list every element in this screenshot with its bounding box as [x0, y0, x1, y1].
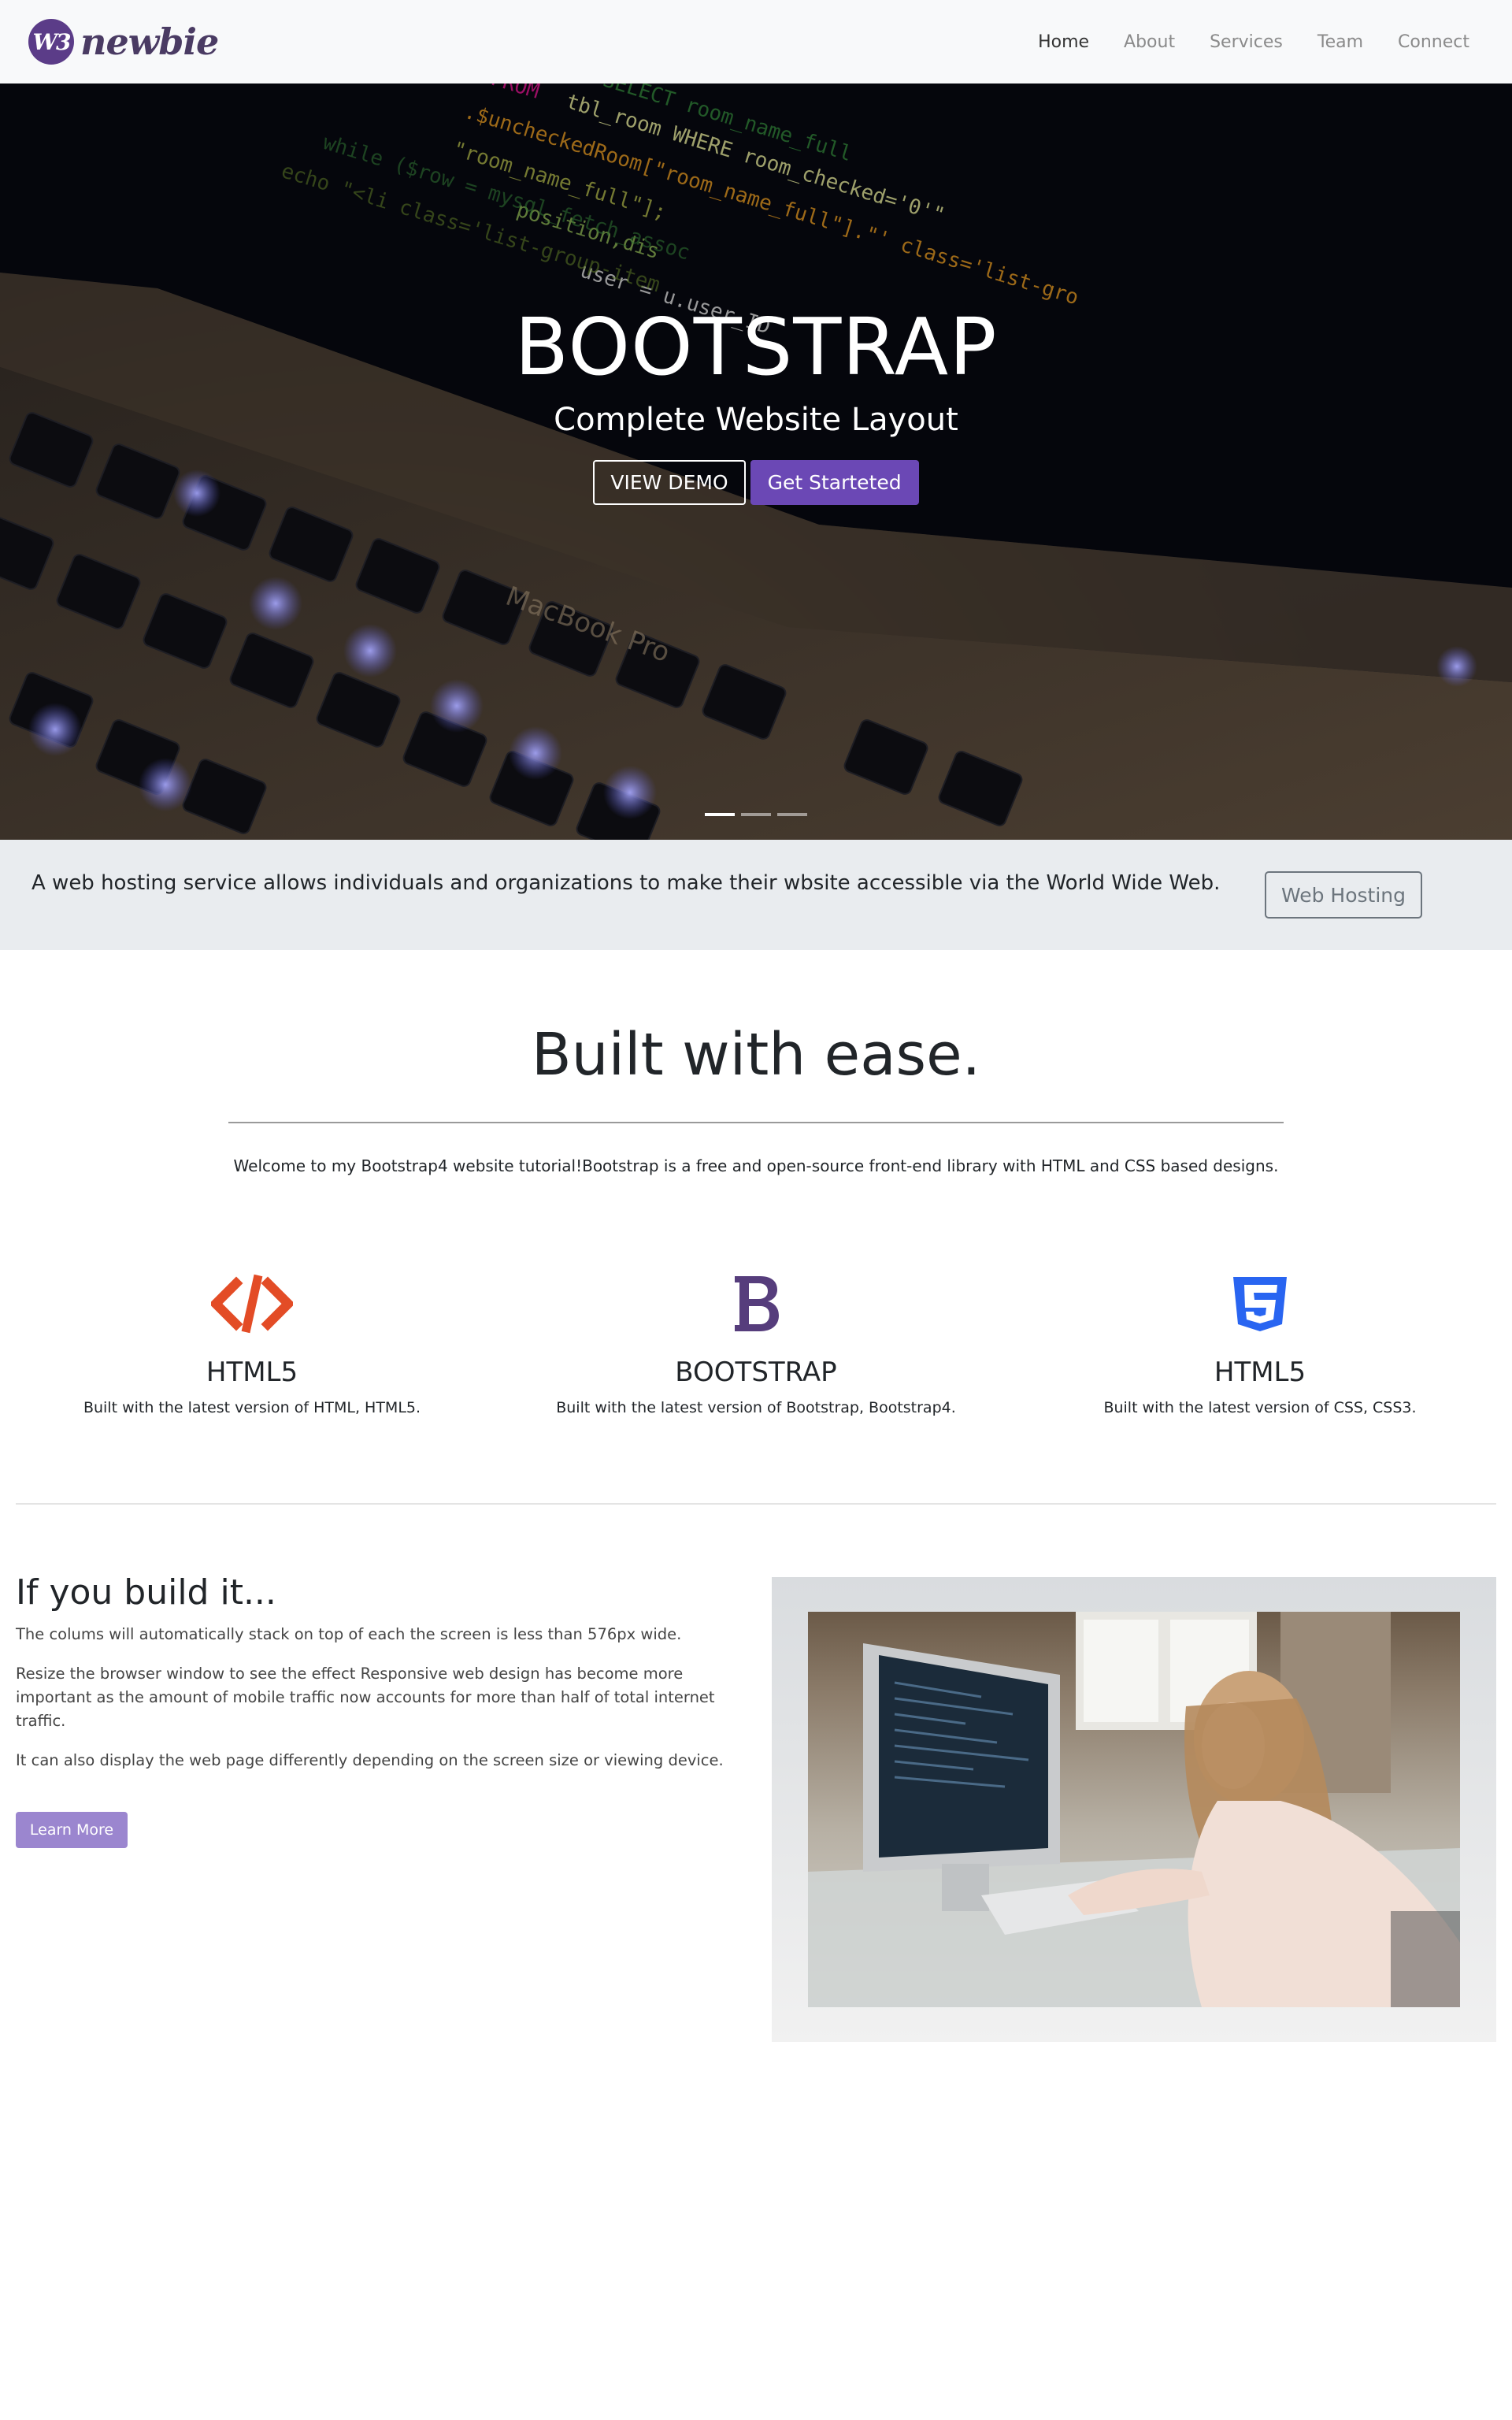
- photo-frame: [772, 1577, 1496, 2042]
- brand-mark: W3: [28, 19, 74, 65]
- section-divider-2: [16, 1503, 1496, 1505]
- section-title-built-with-ease: Built with ease.: [531, 1021, 981, 1089]
- feature-title: HTML5: [206, 1357, 298, 1388]
- jumbotron: A web hosting service allows individuals…: [0, 840, 1512, 950]
- carousel-indicators: [0, 813, 1512, 816]
- view-demo-button[interactable]: VIEW DEMO: [593, 460, 746, 505]
- hero-caption: BOOTSTRAP Complete Website Layout VIEW D…: [0, 304, 1512, 505]
- carousel-indicator-3[interactable]: [777, 813, 807, 816]
- nav-link-team[interactable]: Team: [1317, 32, 1363, 52]
- main-nav: Home About Services Team Connect: [1038, 0, 1469, 84]
- nav-link-connect[interactable]: Connect: [1398, 32, 1469, 52]
- hero-title: BOOTSTRAP: [514, 301, 998, 393]
- carousel-indicator-2[interactable]: [741, 813, 771, 816]
- brand-logo[interactable]: W3 newbie: [28, 19, 219, 65]
- feature-bootstrap: BOOTSTRAP Built with the latest version …: [504, 1268, 1008, 1416]
- bootstrap-icon: [504, 1268, 1008, 1339]
- feature-css3: HTML5 Built with the latest version of C…: [1008, 1268, 1512, 1416]
- hero-carousel: $query = "SELECT room_name_full FROM tbl…: [0, 84, 1512, 840]
- hero-buttons: VIEW DEMO Get Starteted: [0, 460, 1512, 505]
- code-icon: [0, 1268, 504, 1339]
- build-title: If you build it...: [16, 1572, 276, 1613]
- get-started-button[interactable]: Get Starteted: [750, 460, 919, 505]
- build-paragraph-2: Resize the browser window to see the eff…: [16, 1665, 715, 1730]
- brand-name: newbie: [80, 20, 219, 63]
- nav-link-services[interactable]: Services: [1210, 32, 1283, 52]
- section-lead: Welcome to my Bootstrap4 website tutoria…: [233, 1156, 1279, 1175]
- nav-link-about[interactable]: About: [1124, 32, 1175, 52]
- carousel-indicator-1[interactable]: [705, 813, 735, 816]
- hero-subtitle: Complete Website Layout: [554, 402, 958, 438]
- css3-icon: [1008, 1268, 1512, 1339]
- nav-link-home[interactable]: Home: [1038, 32, 1089, 52]
- build-paragraph-3: It can also display the web page differe…: [16, 1751, 724, 1769]
- feature-text: Built with the latest version of Bootstr…: [556, 1399, 956, 1416]
- build-paragraph-1: The colums will automatically stack on t…: [16, 1625, 682, 1643]
- section-divider: [228, 1122, 1284, 1123]
- feature-title: BOOTSTRAP: [675, 1357, 837, 1388]
- jumbotron-text: A web hosting service allows individuals…: [32, 871, 1221, 895]
- learn-more-button[interactable]: Learn More: [16, 1812, 128, 1848]
- feature-title: HTML5: [1214, 1357, 1306, 1388]
- feature-text: Built with the latest version of CSS, CS…: [1103, 1399, 1417, 1416]
- feature-text: Built with the latest version of HTML, H…: [83, 1399, 421, 1416]
- navbar: W3 newbie Home About Services Team Conne…: [0, 0, 1512, 84]
- web-hosting-button[interactable]: Web Hosting: [1265, 871, 1422, 919]
- feature-html5: HTML5 Built with the latest version of H…: [0, 1268, 504, 1416]
- woman-at-computer-image: [808, 1612, 1460, 2007]
